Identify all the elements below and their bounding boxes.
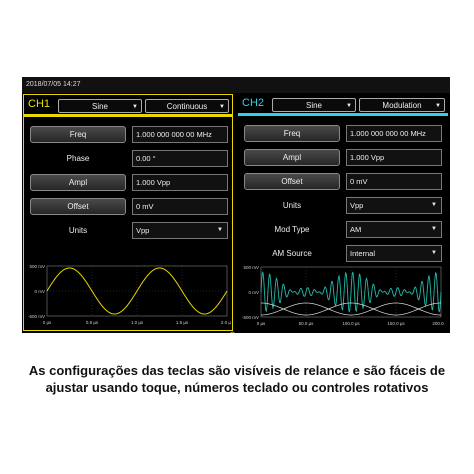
ch2-units-value[interactable]: Vpp ▼ xyxy=(346,197,442,214)
x-tick-label: 0.5 µs xyxy=(86,320,99,325)
ch1-ampl-button[interactable]: Ampl xyxy=(30,174,126,191)
ch2-param-row: AM Source Internal ▼ xyxy=(238,245,448,263)
ch2-panel: CH2 Sine ▼ Modulation ▼ Freq 1.000 000 000 … xyxy=(238,94,448,331)
ch2-offset-button[interactable]: Offset xyxy=(244,173,340,190)
x-tick-label: 200.0 µs xyxy=(432,321,445,326)
value-text: 0.00 ° xyxy=(136,154,156,163)
ch1-freq-button[interactable]: Freq xyxy=(30,126,126,143)
ch1-units-label: Units xyxy=(68,226,88,235)
ch1-freq-value[interactable]: 1.000 000 000 00 MHz xyxy=(132,126,228,143)
value-text: Vpp xyxy=(350,201,364,210)
datetime: 2018/07/05 14:27 xyxy=(26,81,81,88)
y-tick-label: 500 mV xyxy=(243,265,259,270)
ch1-panel: CH1 Sine ▼ Continuous ▼ Freq 1.000 000 000 … xyxy=(23,94,233,331)
ch2-param-row: Mod Type AM ▼ xyxy=(238,221,448,239)
ch1-offset-value[interactable]: 0 mV xyxy=(132,198,228,215)
ch1-phase-label: Phase xyxy=(66,154,90,163)
ch1-param-row: Phase 0.00 ° xyxy=(24,150,232,168)
x-tick-label: 1.5 µs xyxy=(176,320,189,325)
generator-screen: 2018/07/05 14:27 CH1 Sine ▼ Continuous ▼ F… xyxy=(22,77,450,333)
ch1-phase-value[interactable]: 0.00 ° xyxy=(132,150,228,167)
y-tick-label: -500 mV xyxy=(242,315,259,320)
ch2-waveform-select[interactable]: Sine ▼ xyxy=(272,98,356,112)
x-tick-label: 50.0 µs xyxy=(299,321,315,326)
ch1-offset-button[interactable]: Offset xyxy=(30,198,126,215)
ch2-param-row: Offset 0 mV xyxy=(238,173,448,191)
x-tick-label: 0 µs xyxy=(257,321,266,326)
ch1-param-row: Units Vpp ▼ xyxy=(24,222,232,240)
ch1-ampl-value[interactable]: 1.000 Vpp xyxy=(132,174,228,191)
ch2-am-source-value[interactable]: Internal ▼ xyxy=(346,245,442,262)
ch1-param-row: Ampl 1.000 Vpp xyxy=(24,174,232,192)
value-text: 0 mV xyxy=(350,177,368,186)
ch2-header: CH2 Sine ▼ Modulation ▼ xyxy=(238,94,448,116)
x-tick-label: 150.0 µs xyxy=(387,321,405,326)
triangle-down-icon: ▼ xyxy=(435,103,441,109)
x-tick-label: 1.0 µs xyxy=(131,320,144,325)
ch2-freq-value[interactable]: 1.000 000 000 00 MHz xyxy=(346,125,442,142)
ch1-param-row: Freq 1.000 000 000 00 MHz xyxy=(24,126,232,144)
ch1-waveform-select[interactable]: Sine ▼ xyxy=(58,99,142,113)
value-text: Internal xyxy=(350,249,376,258)
y-tick-label: 0 mV xyxy=(248,290,259,295)
triangle-down-icon: ▼ xyxy=(431,226,437,232)
value-text: Vpp xyxy=(136,226,150,235)
value-text: 0 mV xyxy=(136,202,154,211)
y-tick-label: -500 mV xyxy=(28,314,45,319)
y-tick-label: 0 mV xyxy=(34,289,45,294)
value-text: 1.000 000 000 00 MHz xyxy=(136,130,212,139)
triangle-down-icon: ▼ xyxy=(346,103,352,109)
y-tick-label: 500 mV xyxy=(29,264,45,269)
triangle-down-icon: ▼ xyxy=(431,202,437,208)
caption-line-2: ajustar usando toque, números teclado ou… xyxy=(45,380,429,395)
ch2-ampl-value[interactable]: 1.000 Vpp xyxy=(346,149,442,166)
triangle-down-icon: ▼ xyxy=(431,250,437,256)
ch1-header: CH1 Sine ▼ Continuous ▼ xyxy=(24,95,232,117)
ch2-mod-type-label: Mod Type xyxy=(274,225,310,234)
triangle-down-icon: ▼ xyxy=(217,227,223,233)
ch2-waveform-preview: 500 mV 0 mV -500 mV 0 µs 50.0 µs 100.0 µs 150.… xyxy=(239,263,445,329)
ch2-freq-button[interactable]: Freq xyxy=(244,125,340,142)
ch2-ampl-button[interactable]: Ampl xyxy=(244,149,340,166)
triangle-down-icon: ▼ xyxy=(132,104,138,110)
ch2-mode-select[interactable]: Modulation ▼ xyxy=(359,98,445,112)
value-text: AM xyxy=(350,225,362,234)
ch2-mod-type-value[interactable]: AM ▼ xyxy=(346,221,442,238)
ch1-waveform-preview: 500 mV 0 mV -500 mV 0 µs 0.5 µs 1.0 µs 1.5 µs 2… xyxy=(25,262,231,328)
ch1-underline xyxy=(24,114,232,117)
ch1-units-value[interactable]: Vpp ▼ xyxy=(132,222,228,239)
ch2-offset-value[interactable]: 0 mV xyxy=(346,173,442,190)
ch2-param-row: Ampl 1.000 Vpp xyxy=(238,149,448,167)
value-text: 1.000 Vpp xyxy=(136,178,171,187)
ch2-param-row: Freq 1.000 000 000 00 MHz xyxy=(238,125,448,143)
ch1-label[interactable]: CH1 xyxy=(28,98,50,110)
ch1-mode-select[interactable]: Continuous ▼ xyxy=(145,99,229,113)
ch1-param-row: Offset 0 mV xyxy=(24,198,232,216)
triangle-down-icon: ▼ xyxy=(219,104,225,110)
chevron-up-icon[interactable]: ︿ xyxy=(228,324,237,333)
ch2-label[interactable]: CH2 xyxy=(242,97,264,109)
value-text: 1.000 Vpp xyxy=(350,153,385,162)
value-text: 1.000 000 000 00 MHz xyxy=(350,129,426,138)
ch2-am-source-label: AM Source xyxy=(272,249,312,258)
ch2-units-label: Units xyxy=(282,201,302,210)
ch2-param-row: Units Vpp ▼ xyxy=(238,197,448,215)
x-tick-label: 0 µs xyxy=(43,320,52,325)
caption: As configurações das teclas são visíveis… xyxy=(10,362,464,396)
caption-line-1: As configurações das teclas são visíveis… xyxy=(28,363,446,378)
ch2-underline xyxy=(238,113,448,116)
x-tick-label: 100.0 µs xyxy=(342,321,360,326)
status-bar: 2018/07/05 14:27 xyxy=(22,77,450,93)
